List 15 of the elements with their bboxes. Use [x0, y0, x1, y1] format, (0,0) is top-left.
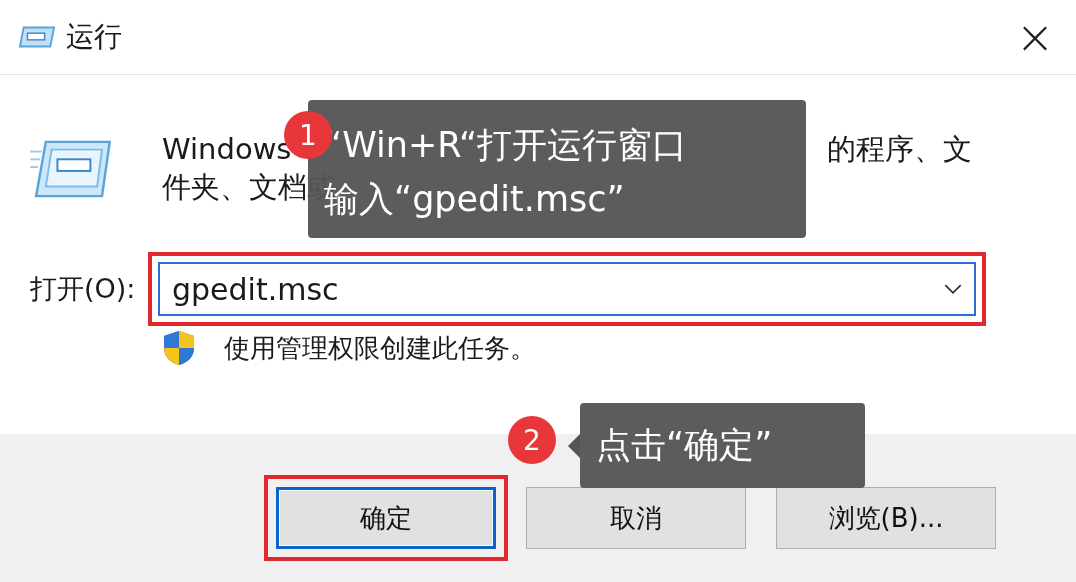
open-combo-box[interactable]: gpedit.msc — [158, 262, 976, 316]
callout-text: 点击“确定” — [596, 424, 774, 467]
dialog-button[interactable]: 确定 — [276, 487, 496, 549]
dialog-button[interactable]: 取消 — [526, 487, 746, 549]
run-icon — [18, 24, 56, 50]
open-label: 打开(O): — [30, 272, 137, 306]
description-text: 的程序、文 — [827, 131, 972, 168]
close-button[interactable]: × — [1000, 2, 1070, 72]
chevron-down-icon[interactable] — [944, 283, 962, 295]
step-badge: 2 — [508, 416, 556, 464]
dialog-button[interactable]: 浏览(B)... — [776, 487, 996, 549]
admin-note: 使用管理权限创建此任务。 — [224, 331, 536, 365]
shield-icon — [162, 330, 196, 366]
run-icon — [30, 138, 112, 200]
window-title: 运行 — [66, 19, 123, 55]
